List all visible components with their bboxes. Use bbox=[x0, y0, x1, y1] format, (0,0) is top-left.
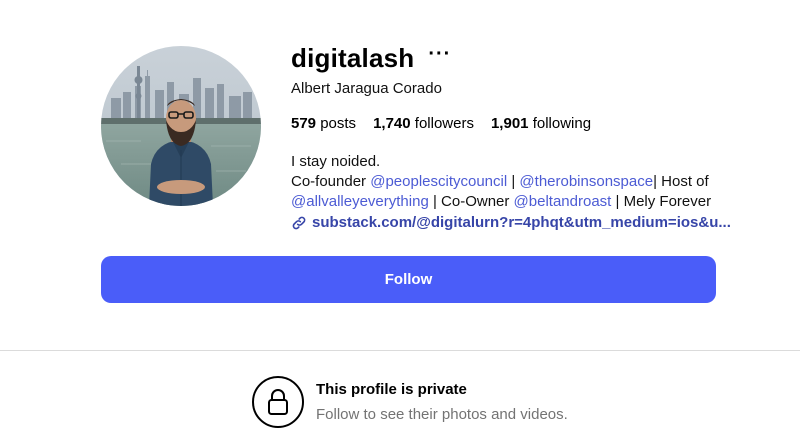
private-title: This profile is private bbox=[316, 381, 467, 398]
bio-text: | Host of bbox=[653, 173, 709, 190]
link-icon bbox=[292, 216, 306, 230]
bio-line-2: Co-founder @peoplescitycouncil | @therob… bbox=[291, 172, 751, 192]
bio-text: | Mely Forever bbox=[611, 193, 712, 210]
bio-text: Co-founder bbox=[291, 173, 371, 190]
following-stat[interactable]: 1,901 following bbox=[491, 115, 591, 132]
followers-stat[interactable]: 1,740 followers bbox=[373, 115, 474, 132]
posts-count: 579 bbox=[291, 115, 317, 132]
more-options-icon[interactable]: ··· bbox=[428, 44, 451, 72]
posts-stat[interactable]: 579 posts bbox=[291, 115, 356, 132]
divider bbox=[0, 350, 800, 351]
private-text: This profile is private Follow to see th… bbox=[316, 381, 568, 423]
lock-circle bbox=[252, 376, 304, 428]
profile-stats: 579 posts 1,740 followers 1,901 followin… bbox=[291, 115, 751, 132]
username-row: digitalash ··· bbox=[291, 40, 751, 76]
bio-line-1: I stay noided. bbox=[291, 153, 381, 170]
mention-link[interactable]: @beltandroast bbox=[514, 193, 612, 210]
bio-text: | bbox=[507, 173, 520, 190]
follow-button[interactable]: Follow bbox=[101, 256, 716, 303]
followers-count: 1,740 bbox=[373, 115, 411, 132]
private-notice: This profile is private Follow to see th… bbox=[252, 376, 568, 428]
posts-label: posts bbox=[320, 115, 357, 132]
bio-text: | Co-Owner bbox=[428, 193, 514, 210]
private-subtitle: Follow to see their photos and videos. bbox=[316, 406, 568, 423]
lock-icon bbox=[268, 389, 288, 415]
mention-link[interactable]: @therobinsonspace bbox=[519, 173, 653, 190]
bio-line-3: @allvalleyeverything | Co-Owner @beltand… bbox=[291, 192, 751, 212]
username: digitalash bbox=[291, 42, 415, 73]
full-name: Albert Jaragua Corado bbox=[291, 80, 442, 97]
mention-link[interactable]: @allvalleyeverything bbox=[291, 193, 429, 210]
mention-link[interactable]: @peoplescitycouncil bbox=[370, 173, 507, 190]
following-count: 1,901 bbox=[490, 115, 529, 132]
profile-info: digitalash ··· Albert Jaragua Corado 579… bbox=[291, 40, 751, 233]
external-link[interactable]: substack.com/@digitalurn?r=4phqt&utm_med… bbox=[291, 213, 751, 233]
following-label: following bbox=[532, 115, 592, 132]
link-text: substack.com/@digitalurn?r=4phqt&utm_med… bbox=[312, 214, 731, 231]
avatar-photo bbox=[101, 46, 261, 206]
avatar[interactable] bbox=[101, 46, 261, 206]
bio: I stay noided. Co-founder @peoplescityco… bbox=[291, 152, 751, 233]
followers-label: followers bbox=[414, 115, 474, 132]
